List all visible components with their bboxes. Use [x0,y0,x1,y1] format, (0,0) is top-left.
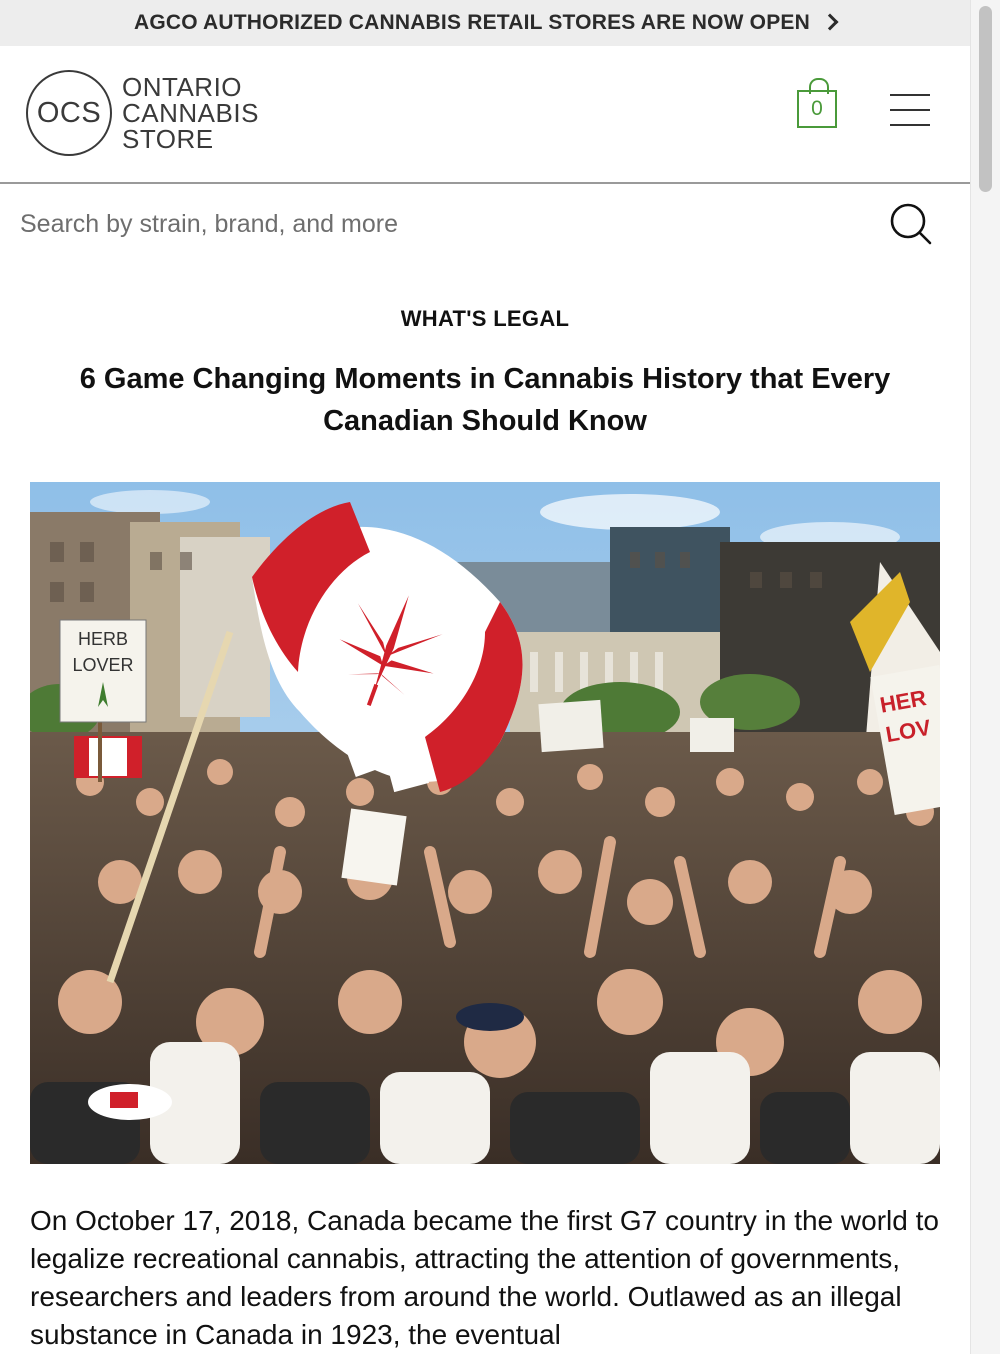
svg-text:LOVER: LOVER [72,655,133,675]
scrollbar-thumb[interactable] [979,6,992,192]
ocs-logo[interactable]: OCS ONTARIO CANNABIS STORE [26,70,259,156]
announcement-bar[interactable]: AGCO AUTHORIZED CANNABIS RETAIL STORES A… [0,0,970,46]
search-bar [0,184,970,266]
logo-mark: OCS [26,70,112,156]
hamburger-menu-icon[interactable] [890,94,930,128]
menu-line [890,94,930,96]
hero-image: HERB LOVER HER LOV [30,482,940,1164]
site-header: OCS ONTARIO CANNABIS STORE 0 [0,46,970,184]
svg-text:HERB: HERB [78,629,128,649]
announcement-text: AGCO AUTHORIZED CANNABIS RETAIL STORES A… [133,11,810,34]
menu-line [890,124,930,126]
article-title: 6 Game Changing Moments in Cannabis Hist… [79,363,891,437]
page: AGCO AUTHORIZED CANNABIS RETAIL STORES A… [0,0,970,1354]
cart-button[interactable]: 0 [797,78,841,132]
menu-line [890,109,930,111]
cart-count: 0 [811,97,823,120]
search-input[interactable] [20,204,840,244]
logo-line-2: CANNABIS [122,98,259,128]
scrollbar[interactable] [970,0,1000,1354]
chevron-right-icon [821,13,839,31]
article-category[interactable]: WHAT'S LEGAL [0,306,970,332]
logo-wordmark: ONTARIO CANNABIS STORE [122,74,259,152]
search-icon[interactable] [886,200,934,248]
article-body: On October 17, 2018, Canada became the f… [30,1205,939,1350]
shopping-bag-icon: 0 [797,90,837,128]
logo-line-3: STORE [122,124,214,154]
logo-line-1: ONTARIO [122,72,243,102]
